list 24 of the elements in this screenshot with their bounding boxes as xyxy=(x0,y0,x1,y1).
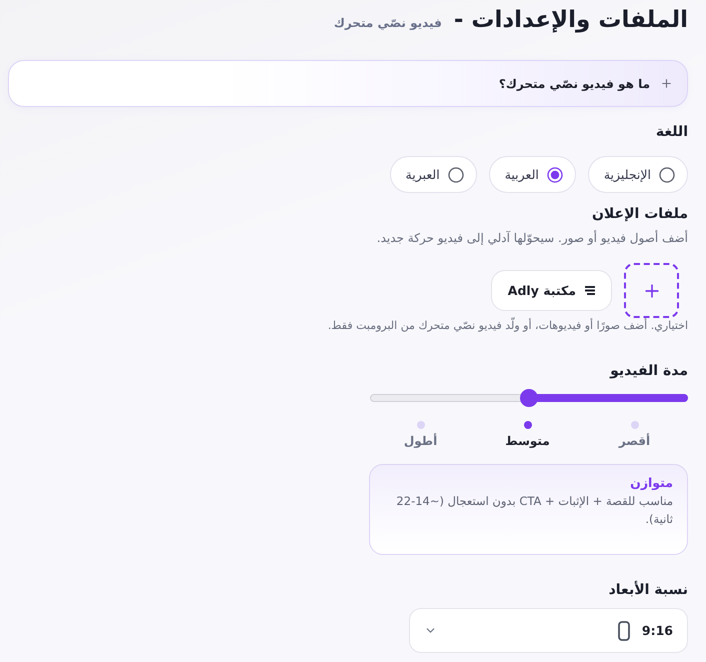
library-button[interactable]: مكتبة Adly xyxy=(490,270,612,311)
section-description: أضف أصول فيديو أو صور. سيحوّلها آدلي إلى فيديو حركة جديد. xyxy=(376,229,688,247)
info-title: متوازن xyxy=(629,474,673,492)
section-label: نسبة الأبعاد xyxy=(608,580,688,600)
aspect-ratio-select[interactable]: 9:16 xyxy=(409,608,688,653)
section-label: ملفات الإعلان xyxy=(592,205,688,224)
slider-thumb[interactable] xyxy=(520,389,538,407)
slider-track[interactable] xyxy=(370,389,688,407)
duration-option[interactable]: أطول xyxy=(404,421,438,449)
add-file-button[interactable] xyxy=(624,263,679,318)
hint-text: اختياري. أضف صورًا أو فيديوهات، أو ولّد فيديو نصّي متحرك من البرومبت فقط. xyxy=(328,318,688,334)
duration-option[interactable]: متوسط xyxy=(505,421,550,449)
language-option[interactable]: العربية xyxy=(488,156,576,193)
language-option[interactable]: العبرية xyxy=(390,156,477,193)
info-text: مناسب للقصة + الإثبات + CTA بدون استعجال (~14-22 ثانية). xyxy=(395,493,673,528)
faq-accordion[interactable]: ما هو فيديو نصّي متحرك؟ xyxy=(8,60,688,107)
duration-option[interactable]: أقصر xyxy=(618,421,650,449)
portrait-frame-icon xyxy=(618,620,630,640)
language-option[interactable]: الإنجليزية xyxy=(588,156,688,193)
lines-icon xyxy=(585,286,595,295)
section-label: اللغة xyxy=(656,123,688,142)
page-subtitle: فيديو نصّي متحرك xyxy=(334,16,442,30)
section-label: مدة الفيديو xyxy=(610,362,688,381)
page-title: الملفات والإعدادات - xyxy=(454,6,688,35)
